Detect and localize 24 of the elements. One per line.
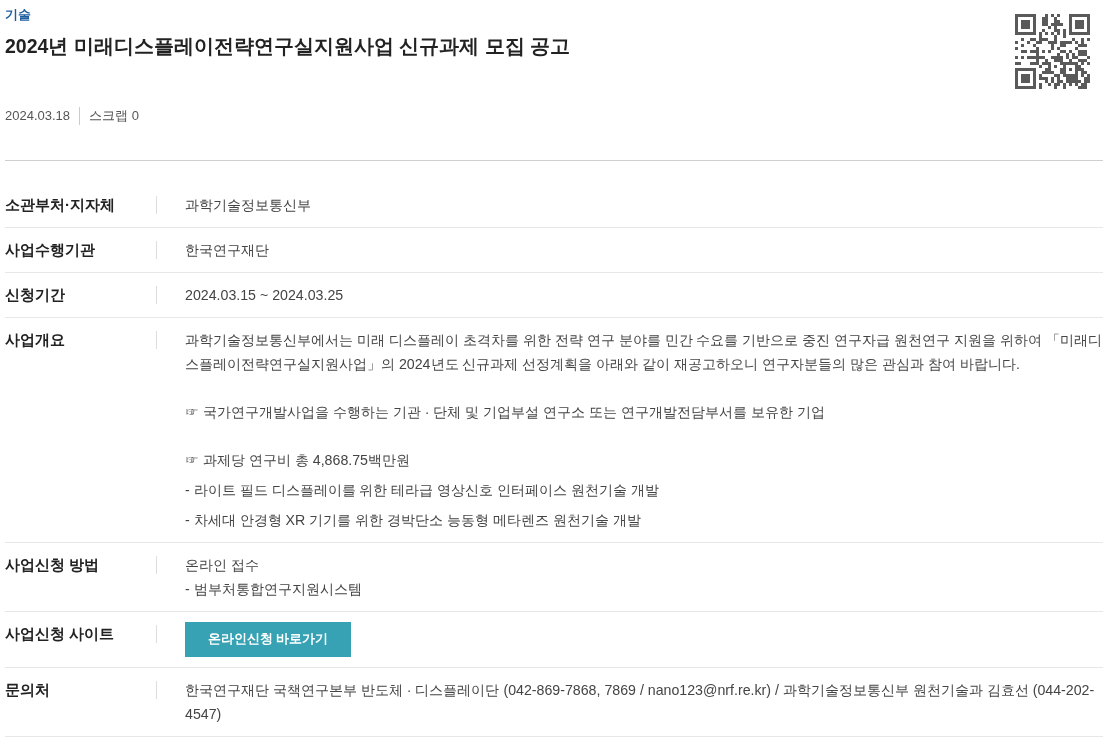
overview-line: - 라이트 필드 디스플레이를 위한 테라급 영상신호 인터페이스 원천기술 개발 — [185, 481, 661, 501]
overview-line: ☞ 과제당 연구비 총 4,868.75백만원 — [185, 451, 411, 471]
field-label: 문의처 — [5, 680, 51, 701]
field-label: 사업개요 — [5, 330, 66, 351]
field-label: 사업신청 사이트 — [5, 624, 116, 645]
overview-paragraph: 과학기술정보통신부에서는 미래 디스플레이 초격차를 위한 전략 연구 분야를 민간 수요를 기반으로 중진 연구자급 원천연구 지원을 위하여 「미래디스플레이전략연구실지원사업」의 2024년도 신규과제 선정계획을 아래와 같이 재공고하오니 연구자분들의 많은 관심과 참여 바랍니다. — [185, 331, 1103, 375]
field-label: 사업수행기관 — [5, 240, 96, 261]
post-date: 2024.03.18 — [5, 107, 71, 126]
overview-paragraph: ☞ 국가연구개발사업을 수행하는 기관 · 단체 및 기업부설 연구소 또는 연구개발전담부서를 보유한 기업 — [185, 403, 827, 423]
field-label: 신청기간 — [5, 285, 66, 306]
category-label: 기술 — [5, 8, 31, 22]
field-value: 한국연구재단 — [185, 241, 270, 261]
field-label: 소관부처·지자체 — [5, 195, 116, 216]
scrap-count: 스크랩 0 — [79, 107, 139, 126]
field-value: 2024.03.15 ~ 2024.03.25 — [185, 286, 345, 306]
page-title: 2024년 미래디스플레이전략연구실지원사업 신규과제 모집 공고 — [5, 34, 571, 60]
field-value: 온라인 접수 — [185, 556, 260, 576]
field-value: - 범부처통합연구지원시스템 — [185, 580, 363, 600]
field-value: 과학기술정보통신부 — [185, 196, 312, 216]
apply-online-button[interactable]: 온라인신청 바로가기 — [185, 622, 352, 658]
field-label: 사업신청 방법 — [5, 555, 101, 576]
field-value: 한국연구재단 국책연구본부 반도체 · 디스플레이단 (042-869-7868, 7869 / nano123@nrf.re.kr) / 과학기술정보통신부 원천기술과 김효선 (044-202-4547) — [185, 681, 1096, 725]
overview-line: - 차세대 안경형 XR 기기를 위한 경박단소 능동형 메타렌즈 원천기술 개발 — [185, 511, 642, 531]
qr-code-icon — [1015, 14, 1090, 89]
